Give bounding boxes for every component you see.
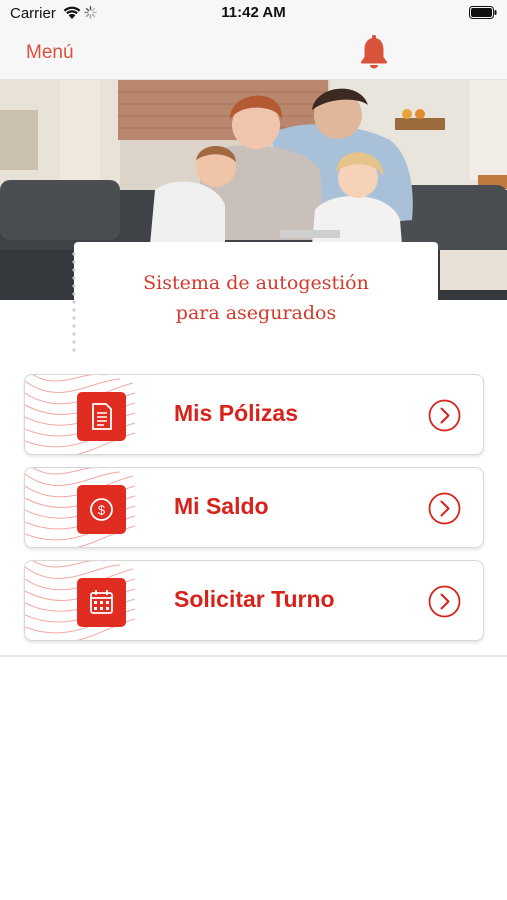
card-label: Solicitar Turno: [174, 586, 335, 612]
svg-text:$: $: [98, 503, 106, 518]
card-icon-tile: [77, 578, 126, 627]
dollar-coin-icon: $: [90, 498, 113, 521]
calendar-icon: [90, 590, 113, 614]
card-icon-tile: $: [77, 485, 126, 534]
card-label: Mi Saldo: [174, 493, 269, 519]
document-icon: [92, 403, 112, 430]
welcome-title-line-2: para asegurados: [175, 302, 337, 324]
status-time: 11:42 AM: [221, 4, 286, 21]
card-label: Mis Pólizas: [174, 400, 298, 426]
battery-icon: [469, 6, 497, 19]
welcome-title: Sistema de autogestión para asegurados: [74, 268, 438, 328]
navigation-bar: Menú: [0, 30, 507, 80]
solicitar-turno-card[interactable]: Solicitar Turno: [24, 560, 484, 641]
chevron-right-circle-icon[interactable]: [428, 492, 461, 525]
mis-polizas-card[interactable]: Mis Pólizas: [24, 374, 484, 455]
chevron-right-circle-icon[interactable]: [428, 399, 461, 432]
chevron-right-circle-icon[interactable]: [428, 585, 461, 618]
content-divider: [0, 655, 507, 657]
menu-button[interactable]: Menú: [26, 42, 74, 64]
mi-saldo-card[interactable]: $ Mi Saldo: [24, 467, 484, 548]
status-bar: Carrier 11:42 AM: [0, 0, 507, 30]
welcome-title-line-1: Sistema de autogestión: [143, 272, 369, 294]
card-icon-tile: [77, 392, 126, 441]
bell-icon[interactable]: [358, 32, 390, 70]
